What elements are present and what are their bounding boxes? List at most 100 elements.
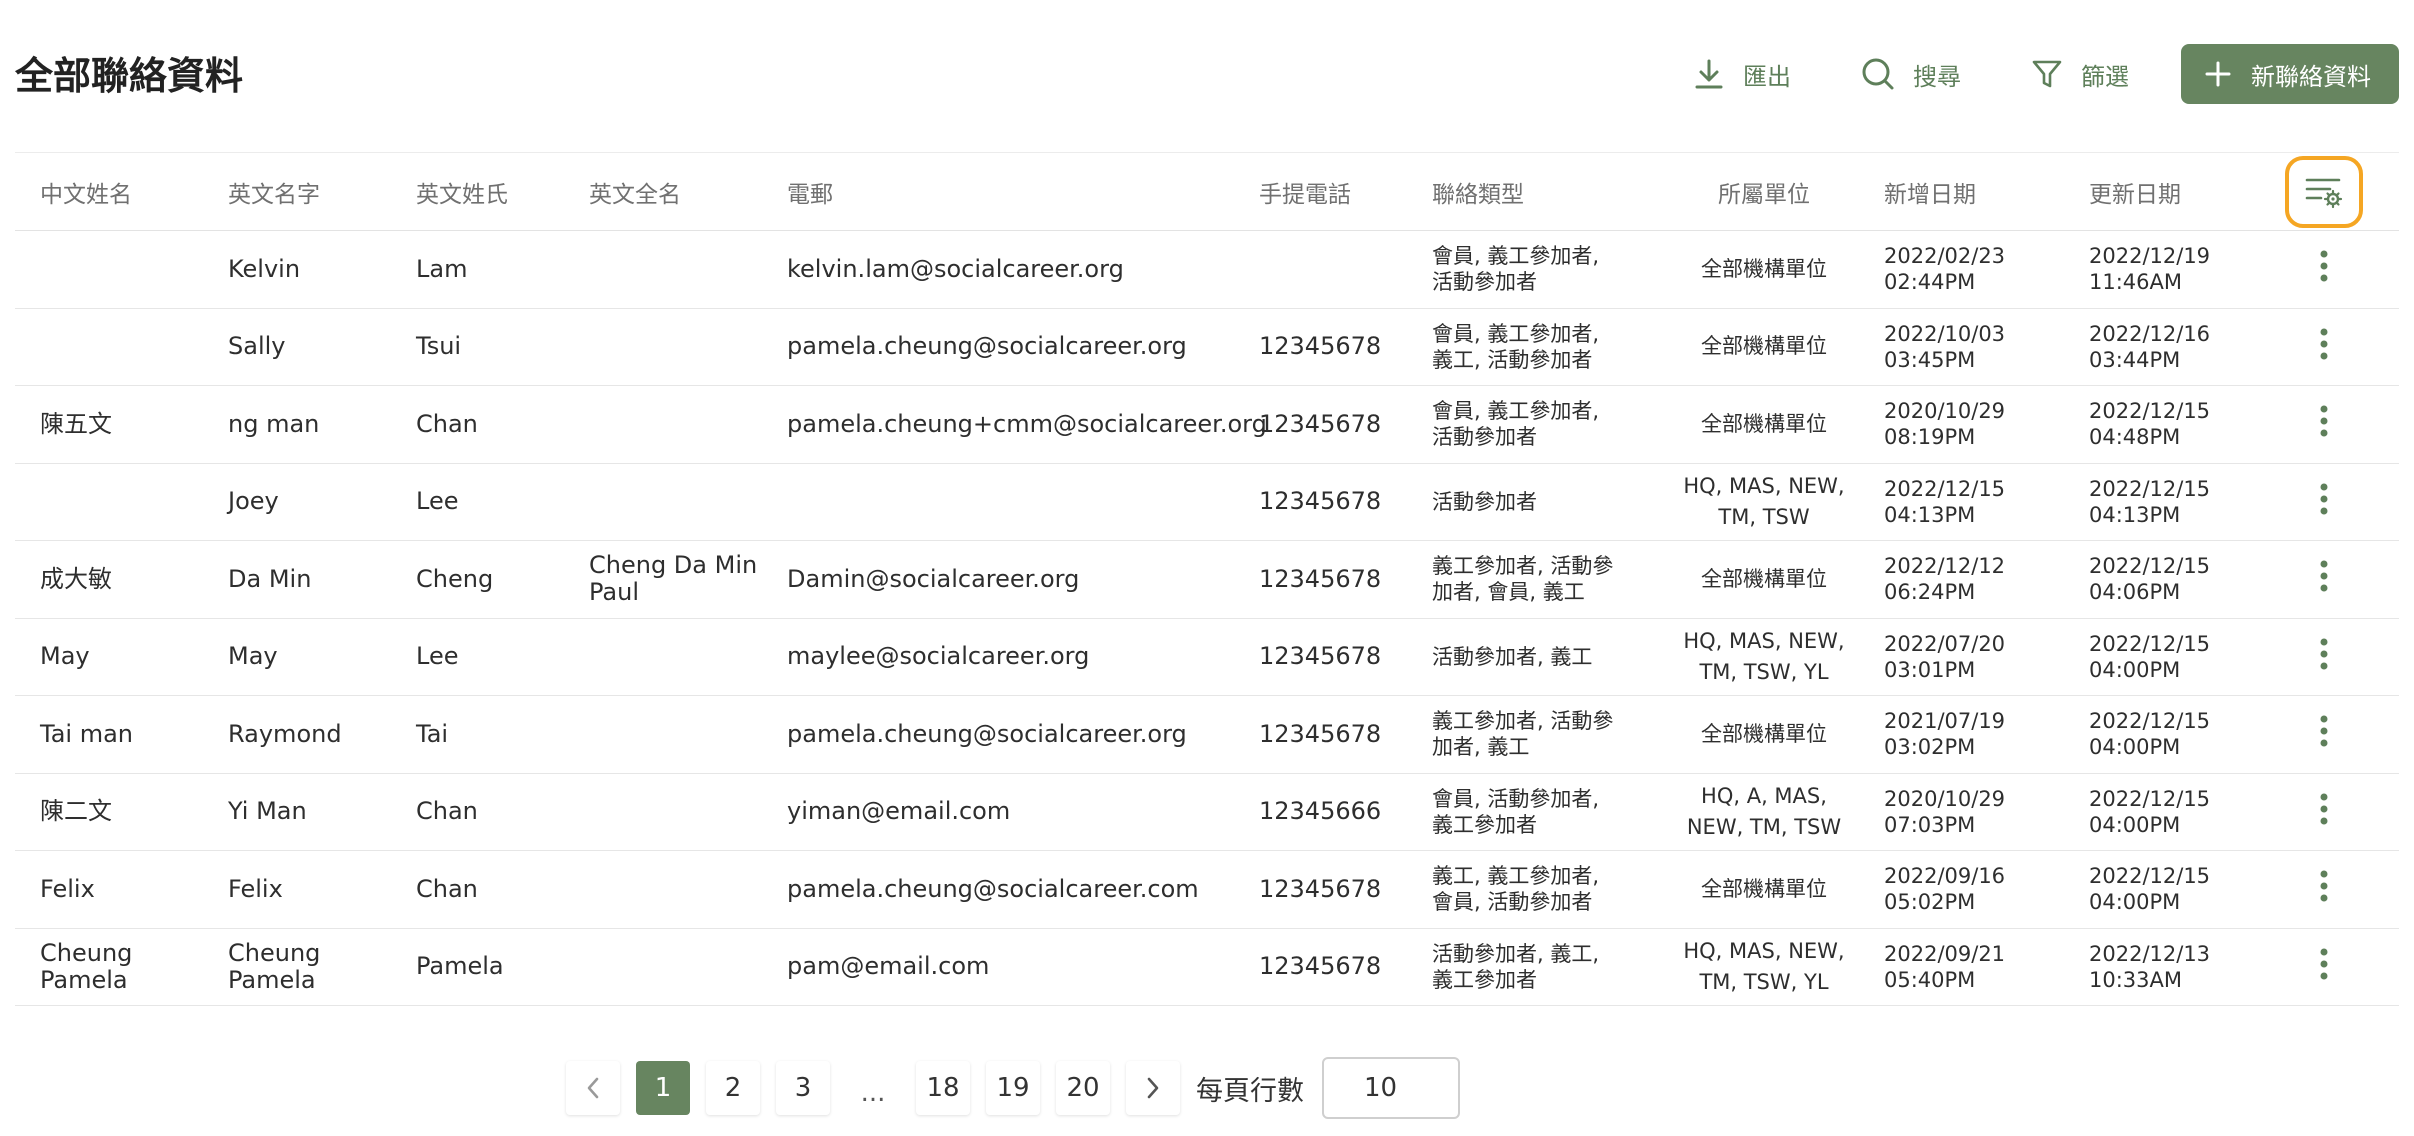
cell-full-name bbox=[564, 696, 762, 774]
page-button-3[interactable]: 3 bbox=[776, 1061, 830, 1115]
rows-per-page-input[interactable] bbox=[1322, 1057, 1460, 1119]
table-row[interactable]: Felix Felix Chan pamela.cheung@socialcar… bbox=[15, 851, 2399, 928]
page-button-20[interactable]: 20 bbox=[1056, 1061, 1110, 1115]
header-unit[interactable]: 所屬單位 bbox=[1669, 153, 1859, 231]
cell-full-name: Cheng Da Min Paul bbox=[589, 551, 758, 607]
page-button-1[interactable]: 1 bbox=[636, 1061, 690, 1115]
column-settings-icon bbox=[2305, 178, 2343, 208]
page-button-2[interactable]: 2 bbox=[706, 1061, 760, 1115]
prev-page-button[interactable] bbox=[566, 1061, 620, 1115]
cell-unit: HQ, MAS, NEW, TM, TSW bbox=[1683, 473, 1845, 529]
header-updated[interactable]: 更新日期 bbox=[2064, 153, 2249, 231]
more-options-icon[interactable] bbox=[2319, 715, 2329, 753]
cell-last-name: Tai bbox=[416, 719, 449, 748]
cell-updated: 2022/12/15 04:13PM bbox=[2089, 476, 2211, 527]
pagination: 1 2 3 ... 18 19 20 每頁行數 bbox=[566, 1057, 1460, 1119]
cell-last-name: Tsui bbox=[416, 332, 462, 361]
cell-first-name: Joey bbox=[228, 487, 279, 516]
cell-email: maylee@socialcareer.org bbox=[787, 642, 1090, 671]
more-options-icon[interactable] bbox=[2319, 638, 2329, 676]
row-actions bbox=[2249, 618, 2399, 696]
pagination-ellipsis: ... bbox=[860, 1078, 886, 1108]
new-contact-button[interactable]: 新聯絡資料 bbox=[2181, 44, 2399, 104]
cell-created: 2022/10/03 03:45PM bbox=[1884, 321, 2006, 372]
header-last-name[interactable]: 英文姓氏 bbox=[391, 153, 564, 231]
cell-created: 2022/09/16 05:02PM bbox=[1884, 864, 2006, 915]
more-options-icon[interactable] bbox=[2319, 870, 2329, 908]
row-actions bbox=[2249, 696, 2399, 774]
cell-mobile: 12345678 bbox=[1259, 564, 1382, 593]
more-options-icon[interactable] bbox=[2319, 483, 2329, 521]
table-row[interactable]: Tai man Raymond Tai pamela.cheung@social… bbox=[15, 696, 2399, 774]
row-actions bbox=[2249, 773, 2399, 851]
table-row[interactable]: Joey Lee 12345678 活動參加者 HQ, MAS, NEW, TM,… bbox=[15, 463, 2399, 541]
cell-full-name bbox=[564, 773, 762, 851]
cell-chinese-name bbox=[15, 463, 203, 541]
table-row[interactable]: May May Lee maylee@socialcareer.org 1234… bbox=[15, 618, 2399, 696]
cell-unit: 全部機構單位 bbox=[1701, 256, 1827, 281]
more-options-icon[interactable] bbox=[2319, 793, 2329, 831]
cell-email bbox=[762, 463, 1234, 541]
table-row[interactable]: Sally Tsui pamela.cheung@socialcareer.or… bbox=[15, 308, 2399, 386]
header-first-name[interactable]: 英文名字 bbox=[203, 153, 391, 231]
table-row[interactable]: 陳二文 Yi Man Chan yiman@email.com 12345666… bbox=[15, 773, 2399, 851]
filter-button[interactable]: 篩選 bbox=[2031, 57, 2129, 92]
table-row[interactable]: Kelvin Lam kelvin.lam@socialcareer.org 會… bbox=[15, 231, 2399, 309]
header-mobile[interactable]: 手提電話 bbox=[1234, 153, 1407, 231]
cell-mobile: 12345678 bbox=[1259, 409, 1382, 438]
cell-first-name: Felix bbox=[228, 874, 283, 903]
more-options-icon[interactable] bbox=[2319, 250, 2329, 288]
download-icon bbox=[1695, 59, 1723, 89]
next-page-button[interactable] bbox=[1126, 1061, 1180, 1115]
more-options-icon[interactable] bbox=[2319, 328, 2329, 366]
row-actions bbox=[2249, 308, 2399, 386]
cell-first-name: ng man bbox=[228, 409, 320, 438]
cell-last-name: Lam bbox=[416, 254, 468, 283]
cell-email: pamela.cheung@socialcareer.org bbox=[787, 332, 1187, 361]
header-chinese-name[interactable]: 中文姓名 bbox=[15, 153, 203, 231]
cell-contact-type: 義工參加者, 活動參 加者, 義工 bbox=[1432, 709, 1614, 760]
cell-first-name: Raymond bbox=[228, 719, 342, 748]
cell-full-name bbox=[564, 308, 762, 386]
column-settings-button[interactable] bbox=[2285, 155, 2363, 228]
cell-mobile bbox=[1234, 231, 1407, 309]
page-button-18[interactable]: 18 bbox=[916, 1061, 970, 1115]
search-button[interactable]: 搜尋 bbox=[1861, 57, 1961, 92]
export-button[interactable]: 匯出 bbox=[1693, 57, 1791, 92]
chevron-left-icon bbox=[587, 1077, 599, 1099]
cell-first-name: Kelvin bbox=[228, 254, 301, 283]
header-contact-type[interactable]: 聯絡類型 bbox=[1407, 153, 1669, 231]
cell-last-name: Chan bbox=[416, 874, 478, 903]
more-options-icon[interactable] bbox=[2319, 948, 2329, 986]
search-label: 搜尋 bbox=[1913, 62, 1961, 91]
header-full-name[interactable]: 英文全名 bbox=[564, 153, 762, 231]
plus-icon bbox=[2205, 61, 2231, 87]
page-button-19[interactable]: 19 bbox=[986, 1061, 1040, 1115]
row-actions bbox=[2249, 386, 2399, 464]
cell-last-name: Cheng bbox=[416, 564, 494, 593]
cell-chinese-name: May bbox=[40, 642, 90, 671]
cell-email: pamela.cheung+cmm@socialcareer.org bbox=[787, 409, 1267, 438]
cell-unit: 全部機構單位 bbox=[1701, 411, 1827, 436]
cell-last-name: Lee bbox=[416, 487, 459, 516]
cell-updated: 2022/12/16 03:44PM bbox=[2089, 321, 2211, 372]
table-row[interactable]: 陳五文 ng man Chan pamela.cheung+cmm@social… bbox=[15, 386, 2399, 464]
row-actions bbox=[2249, 541, 2399, 619]
cell-last-name: Chan bbox=[416, 797, 478, 826]
table-row[interactable]: Cheung Pamela Cheung Pamela Pamela pam@ema… bbox=[15, 928, 2399, 1006]
cell-contact-type: 活動參加者, 義工, 義工參加者 bbox=[1432, 941, 1600, 992]
table-row[interactable]: 成大敏 Da Min Cheng Cheng Da Min Paul Damin@… bbox=[15, 541, 2399, 619]
cell-updated: 2022/12/15 04:00PM bbox=[2089, 864, 2211, 915]
cell-first-name: Sally bbox=[228, 332, 286, 361]
header-email[interactable]: 電郵 bbox=[762, 153, 1234, 231]
cell-contact-type: 活動參加者, 義工 bbox=[1432, 644, 1593, 669]
cell-created: 2020/10/29 08:19PM bbox=[1884, 399, 2006, 450]
cell-created: 2022/07/20 03:01PM bbox=[1884, 631, 2006, 682]
more-options-icon[interactable] bbox=[2319, 560, 2329, 598]
cell-full-name bbox=[564, 928, 762, 1006]
cell-unit: 全部機構單位 bbox=[1701, 721, 1827, 746]
more-options-icon[interactable] bbox=[2319, 405, 2329, 443]
header-created[interactable]: 新增日期 bbox=[1859, 153, 2064, 231]
cell-updated: 2022/12/15 04:48PM bbox=[2089, 399, 2211, 450]
cell-full-name bbox=[564, 386, 762, 464]
